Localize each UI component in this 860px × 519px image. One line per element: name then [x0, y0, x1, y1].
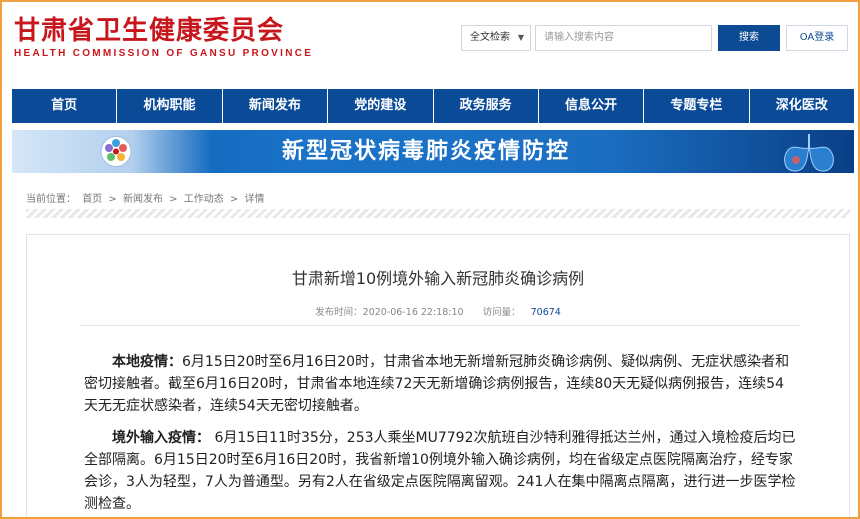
nav-item-topics[interactable]: 专题专栏	[644, 89, 750, 123]
breadcrumb-news[interactable]: 新闻发布	[123, 194, 163, 205]
breadcrumb-label: 当前位置：	[26, 194, 76, 205]
nav-item-services[interactable]: 政务服务	[434, 89, 539, 123]
covid-logo-icon	[100, 136, 132, 167]
covid-banner[interactable]: 新型冠状病毒肺炎疫情防控	[12, 130, 854, 173]
search-type-label: 全文检索	[470, 32, 510, 43]
oa-login-button[interactable]: OA登录	[786, 25, 848, 51]
chevron-down-icon: ▼	[517, 33, 524, 42]
search-type-select[interactable]: 全文检索 ▼	[461, 25, 531, 51]
published-time: 2020-06-16 22:18:10	[362, 307, 464, 318]
breadcrumb-home[interactable]: 首页	[82, 194, 102, 205]
hatched-divider	[26, 209, 850, 218]
article-title: 甘肃新增10例境外输入新冠肺炎确诊病例	[291, 269, 585, 288]
nav-item-institution[interactable]: 机构职能	[117, 89, 223, 123]
nav-item-home[interactable]: 首页	[12, 89, 118, 123]
breadcrumb-current: 详情	[244, 194, 265, 205]
article-panel: 甘肃新增10例境外输入新冠肺炎确诊病例 发布时间：2020-06-16 22:1…	[26, 234, 850, 519]
paragraph-lead: 境外输入疫情：	[112, 430, 210, 446]
banner-title: 新型冠状病毒肺炎疫情防控	[282, 139, 571, 164]
breadcrumb-separator: >	[108, 194, 117, 205]
main-nav: 首页 机构职能 新闻发布 党的建设 政务服务 信息公开 专题专栏 深化医改	[12, 89, 854, 123]
site-title[interactable]: 甘肃省卫生健康委员会	[14, 10, 284, 47]
lungs-icon	[784, 134, 834, 172]
nav-item-party[interactable]: 党的建设	[328, 89, 434, 123]
site-title-english: HEALTH COMMISSION OF GANSU PROVINCE	[14, 48, 314, 59]
breadcrumb-separator: >	[229, 194, 239, 205]
breadcrumb-work-updates[interactable]: 工作动态	[184, 194, 224, 205]
nav-item-reform[interactable]: 深化医改	[750, 89, 854, 123]
visits-label: 访问量：	[482, 307, 521, 318]
published-label: 发布时间：	[315, 307, 363, 318]
article-meta: 发布时间：2020-06-16 22:18:10 访问量： 70674	[27, 304, 849, 318]
breadcrumb-separator: >	[169, 194, 178, 205]
search-button[interactable]: 搜索	[718, 25, 780, 51]
search-input[interactable]: 请输入搜索内容	[535, 25, 712, 51]
visit-count: 70674	[530, 307, 561, 318]
paragraph-local-outbreak: 本地疫情：6月15日20时至6月16日20时，甘肃省本地无新增新冠肺炎确诊病例、…	[84, 351, 796, 417]
paragraph-lead: 本地疫情：	[112, 354, 182, 370]
nav-item-disclosure[interactable]: 信息公开	[539, 89, 645, 123]
meta-divider	[79, 325, 801, 326]
paragraph-imported-cases: 境外输入疫情： 6月15日11时35分，253人乘坐MU7792次航班自沙特利雅…	[84, 427, 796, 515]
paragraph-body: 6月15日20时至6月16日20时，甘肃省本地无新增新冠肺炎确诊病例、疑似病例、…	[84, 354, 790, 414]
nav-item-news[interactable]: 新闻发布	[223, 89, 329, 123]
breadcrumb: 当前位置： 首页 > 新闻发布 > 工作动态 > 详情	[26, 190, 267, 205]
